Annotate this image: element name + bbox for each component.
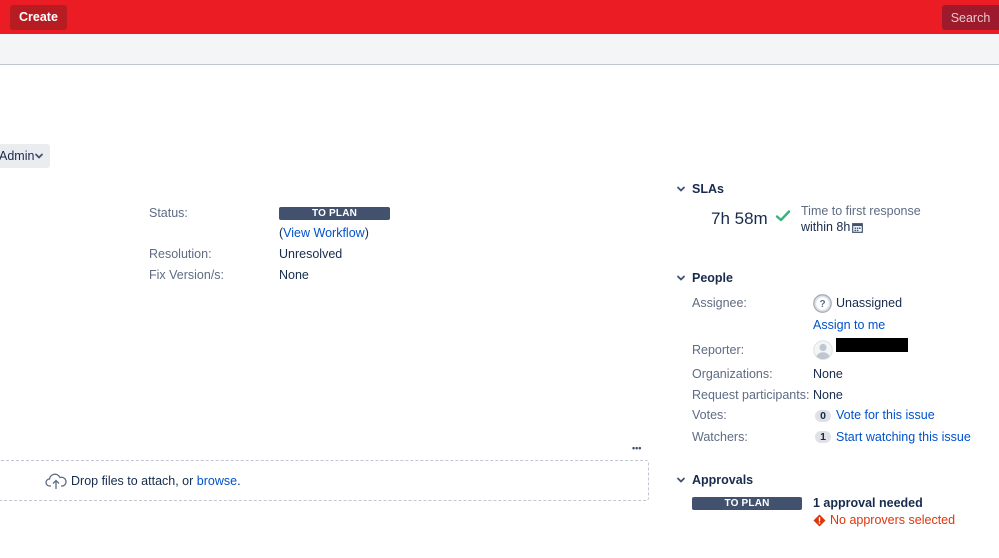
watchers-count-badge: 1	[815, 431, 831, 443]
view-workflow-link[interactable]: View Workflow	[283, 226, 365, 240]
browse-link[interactable]: browse	[197, 474, 237, 488]
chevron-down-icon	[677, 186, 685, 192]
fix-version-label: Fix Version/s:	[149, 268, 225, 282]
start-watching-link[interactable]: Start watching this issue	[836, 430, 971, 444]
fix-version-value[interactable]: None	[279, 268, 309, 282]
search-button[interactable]: Search	[942, 5, 999, 30]
organizations-value: None	[813, 367, 843, 381]
sla-remaining-time: 7h 58m	[711, 209, 768, 228]
warning-icon	[813, 514, 826, 527]
unknown-user-icon: ?	[813, 294, 832, 313]
paren-close: )	[364, 226, 369, 240]
drop-text: Drop files to attach, or	[71, 474, 197, 488]
assign-to-me-link[interactable]: Assign to me	[813, 318, 885, 332]
people-heading: People	[692, 271, 733, 285]
chevron-down-icon	[677, 275, 685, 281]
chevron-down-icon	[35, 153, 43, 159]
drop-period: .	[237, 474, 241, 488]
create-button[interactable]: Create	[10, 5, 67, 30]
organizations-label: Organizations:	[692, 367, 773, 381]
participants-label: Request participants:	[692, 388, 810, 402]
top-navigation-bar: Create Search	[0, 0, 999, 34]
approvers-warning: No approvers selected	[830, 513, 956, 527]
user-avatar-icon	[813, 340, 833, 360]
attachment-dropzone[interactable]: Drop files to attach, or browse.	[0, 460, 649, 501]
view-workflow: (View Workflow)	[279, 226, 369, 240]
status-lozenge: TO PLAN	[279, 207, 390, 220]
cloud-upload-icon	[45, 473, 67, 489]
approvals-section-toggle[interactable]: Approvals	[677, 473, 754, 487]
approvals-heading: Approvals	[692, 473, 754, 487]
admin-dropdown[interactable]: Admin	[0, 144, 50, 168]
sla-target: within 8h	[801, 220, 851, 234]
resolution-value: Unresolved	[279, 247, 343, 261]
people-section-toggle[interactable]: People	[677, 271, 733, 285]
assignee-value: Unassigned	[836, 296, 903, 310]
approval-status-lozenge: TO PLAN	[692, 497, 802, 510]
sla-name: Time to first response	[801, 204, 921, 218]
svg-text:?: ?	[819, 299, 825, 310]
vote-link[interactable]: Vote for this issue	[836, 408, 935, 422]
calendar-icon	[852, 223, 863, 233]
slas-heading: SLAs	[692, 182, 724, 196]
more-actions-button[interactable]: •••	[632, 443, 641, 453]
reporter-name-redacted	[836, 338, 908, 352]
admin-dropdown-label: Admin	[0, 149, 35, 163]
resolution-label: Resolution:	[149, 247, 212, 261]
reporter-label: Reporter:	[692, 343, 745, 357]
slas-section-toggle[interactable]: SLAs	[677, 182, 724, 196]
drop-files-text: Drop files to attach, or browse.	[71, 474, 241, 488]
participants-value: None	[813, 388, 843, 402]
votes-label: Votes:	[692, 408, 727, 422]
approvals-needed: 1 approval needed	[813, 496, 923, 510]
watchers-label: Watchers:	[692, 430, 748, 444]
secondary-toolbar	[0, 34, 999, 65]
chevron-down-icon	[677, 477, 685, 483]
assignee-label: Assignee:	[692, 296, 747, 310]
check-icon	[775, 210, 791, 222]
votes-count-badge: 0	[815, 410, 831, 422]
status-label: Status:	[149, 206, 188, 220]
